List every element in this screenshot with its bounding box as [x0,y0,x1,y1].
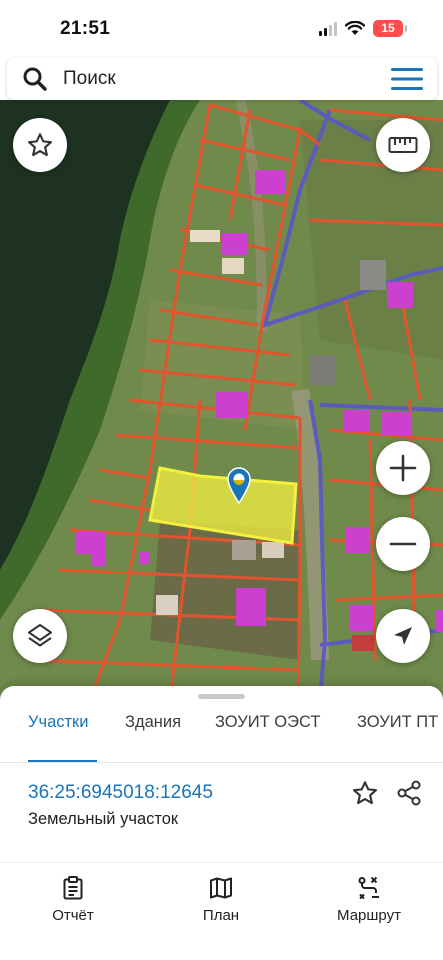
layers-button[interactable] [13,609,67,663]
satellite-map[interactable] [0,100,443,700]
tab-bar: Участки Здания ЗОУИТ ОЭСТ ЗОУИТ ПТ [0,704,443,763]
cellular-signal-icon [319,21,337,36]
nav-route[interactable]: Маршрут [314,875,424,924]
tab-zouit-pt[interactable]: ЗОУИТ ПТ [357,704,438,762]
zoom-out-button[interactable] [376,517,430,571]
nav-route-label: Маршрут [337,907,401,924]
share-icon [397,780,421,806]
locate-me-button[interactable] [376,609,430,663]
tab-zouit-oest[interactable]: ЗОУИТ ОЭСТ [215,704,320,762]
search-icon[interactable] [7,58,63,100]
status-time: 21:51 [60,18,111,39]
hamburger-menu-icon[interactable] [377,58,437,100]
nav-report[interactable]: Отчёт [18,875,128,924]
minus-icon [389,542,417,546]
plus-icon [389,454,417,482]
status-bar: 21:51 15 [0,0,443,56]
ruler-icon [388,137,418,153]
search-input[interactable]: Поиск [63,68,377,90]
zoom-in-button[interactable] [376,441,430,495]
nav-plan[interactable]: План [166,875,276,924]
layers-icon [28,624,52,647]
battery-indicator: 15 [373,20,407,37]
cadastral-number[interactable]: 36:25:6945018:12645 [28,782,213,804]
nav-report-label: Отчёт [52,907,94,924]
wifi-icon [345,21,365,35]
star-outline-icon [352,781,378,805]
tab-buildings[interactable]: Здания [125,704,181,762]
tab-parcels[interactable]: Участки [28,704,89,762]
add-favorite-button[interactable] [348,778,382,808]
bottom-navigation: Отчёт План Маршрут [0,862,443,960]
divider [0,762,443,763]
ruler-button[interactable] [376,118,430,172]
search-bar[interactable]: Поиск [7,58,437,100]
route-icon [358,876,379,900]
star-outline-icon [27,133,53,157]
navigation-arrow-icon [394,627,412,645]
parcel-info-sheet: Участки Здания ЗОУИТ ОЭСТ ЗОУИТ ПТ 36:25… [0,686,443,862]
map-icon [210,877,232,899]
status-indicators: 15 [319,20,407,37]
parcel-type: Земельный участок [28,810,179,828]
map-view[interactable] [0,100,443,700]
sheet-drag-handle[interactable] [198,694,245,699]
clipboard-icon [63,876,83,900]
favorites-button[interactable] [13,118,67,172]
share-button[interactable] [392,778,426,808]
location-pin-icon[interactable] [226,466,252,505]
nav-plan-label: План [202,907,240,924]
